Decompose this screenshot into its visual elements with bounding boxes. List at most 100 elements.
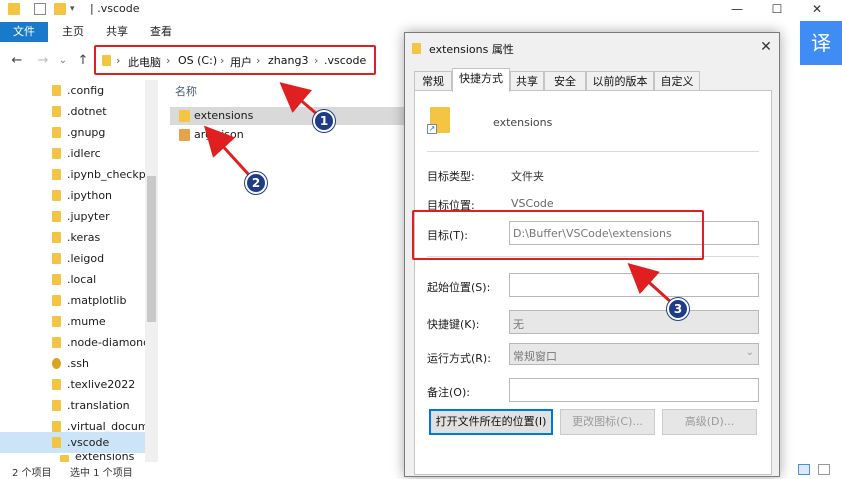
nav-item[interactable]: .gnupg [0, 122, 145, 143]
folder-icon [52, 421, 61, 432]
tab-general[interactable]: 常规 [414, 71, 452, 91]
breadcrumb-separator: › [256, 54, 261, 67]
tab-share[interactable]: 共享 [100, 22, 134, 42]
start-in-field[interactable] [509, 273, 759, 297]
nav-item[interactable]: .keras [0, 227, 145, 248]
nav-item-selected[interactable]: .vscode [0, 432, 145, 453]
minimize-button[interactable]: — [718, 0, 756, 20]
folder-icon [52, 232, 61, 243]
address-bar[interactable]: › 此电脑 › OS (C:) › 用户 › zhang3 › .vscode [94, 45, 376, 75]
shortcut-key-label: 快捷键(K): [427, 318, 480, 331]
folder-icon [102, 55, 111, 66]
shortcut-key-field[interactable]: 无 [509, 310, 759, 334]
nav-item[interactable]: .mume [0, 311, 145, 332]
nav-item[interactable]: .ssh [0, 353, 145, 374]
nav-item[interactable]: .ipython [0, 185, 145, 206]
target-type-value: 文件夹 [511, 170, 544, 183]
large-icons-view-icon[interactable] [818, 464, 830, 475]
breadcrumb-folder[interactable]: .vscode [324, 54, 366, 67]
back-button[interactable]: ← [8, 52, 26, 70]
breadcrumb-drive[interactable]: OS (C:) [178, 54, 217, 67]
json-file-icon [179, 129, 190, 141]
nav-item[interactable]: extensions [0, 453, 145, 462]
tab-security[interactable]: 安全 [544, 71, 586, 91]
breadcrumb-separator: › [116, 54, 121, 67]
translate-button[interactable]: 译 [800, 21, 842, 65]
locked-folder-icon [52, 358, 61, 369]
folder-icon [60, 455, 69, 462]
breadcrumb-users[interactable]: 用户 [230, 54, 252, 70]
close-button[interactable]: ✕ [798, 0, 836, 20]
folder-icon [52, 85, 61, 96]
folder-icon [52, 274, 61, 285]
nav-item[interactable]: .node-diamond [0, 332, 145, 353]
chevron-down-icon: ⌄ [745, 347, 754, 358]
folder-icon [52, 190, 61, 201]
file-row[interactable]: argv.json [170, 126, 410, 144]
change-icon-button[interactable]: 更改图标(C)... [560, 409, 655, 435]
divider [427, 151, 759, 152]
breadcrumb-user[interactable]: zhang3 [268, 54, 308, 67]
folder-icon [52, 337, 61, 348]
run-select[interactable]: 常规窗口 ⌄ [509, 343, 759, 365]
folder-icon [52, 148, 61, 159]
quick-access-dropdown-icon[interactable]: ▾ [70, 3, 82, 15]
forward-button[interactable]: → [34, 52, 52, 70]
properties-icon[interactable] [34, 3, 46, 15]
folder-icon [52, 295, 61, 306]
file-list: 名称 extensions argv.json [162, 80, 410, 462]
folder-icon [8, 3, 20, 15]
nav-item[interactable]: .ipynb_checkpoints [0, 164, 145, 185]
tab-home[interactable]: 主页 [56, 22, 90, 42]
start-in-label: 起始位置(S): [427, 281, 491, 294]
annotation-badge-3: 3 [667, 298, 689, 320]
folder-icon [52, 253, 61, 264]
nav-item[interactable]: .matplotlib [0, 290, 145, 311]
breadcrumb-this-pc[interactable]: 此电脑 [128, 54, 161, 70]
details-view-icon[interactable] [798, 464, 810, 475]
nav-item[interactable]: .dotnet [0, 101, 145, 122]
dialog-close-button[interactable]: ✕ [755, 37, 777, 57]
annotation-badge-2: 2 [245, 172, 267, 194]
recent-locations-icon[interactable]: ⌄ [54, 52, 72, 70]
nav-item[interactable]: .local [0, 269, 145, 290]
folder-icon [52, 437, 61, 448]
dialog-title: extensions 属性 [429, 43, 514, 56]
nav-item[interactable]: .jupyter [0, 206, 145, 227]
column-header-name[interactable]: 名称 [175, 83, 197, 99]
comment-field[interactable] [509, 378, 759, 402]
file-row-selected[interactable]: extensions [170, 107, 410, 125]
tab-customize[interactable]: 自定义 [654, 71, 700, 91]
new-folder-icon[interactable] [54, 3, 66, 15]
tab-shortcut[interactable]: 快捷方式 [452, 68, 510, 92]
run-label: 运行方式(R): [427, 352, 491, 365]
target-type-label: 目标类型: [427, 170, 475, 183]
tab-previous-versions[interactable]: 以前的版本 [586, 71, 654, 91]
folder-icon [52, 127, 61, 138]
tab-view[interactable]: 查看 [144, 22, 178, 42]
comment-label: 备注(O): [427, 386, 470, 399]
window-title: | .vscode [90, 2, 140, 15]
tab-file[interactable]: 文件 [0, 22, 48, 42]
tab-sharing[interactable]: 共享 [510, 71, 544, 91]
nav-item[interactable]: .idlerc [0, 143, 145, 164]
folder-icon [52, 169, 61, 180]
maximize-button[interactable]: ☐ [758, 0, 796, 20]
target-field-highlight [412, 210, 704, 260]
nav-item[interactable]: .config [0, 80, 145, 101]
open-file-location-button[interactable]: 打开文件所在的位置(I) [429, 409, 553, 435]
nav-item[interactable]: .leigod [0, 248, 145, 269]
shortcut-arrow-icon: ↗ [427, 124, 437, 134]
advanced-button[interactable]: 高级(D)... [662, 409, 757, 435]
breadcrumb-separator: › [166, 54, 171, 67]
up-button[interactable]: ↑ [74, 52, 92, 70]
nav-item[interactable]: .translation [0, 395, 145, 416]
nav-scrollbar-thumb[interactable] [147, 176, 156, 322]
target-location-value: VSCode [511, 197, 554, 210]
folder-icon [52, 106, 61, 117]
nav-item[interactable]: .texlive2022 [0, 374, 145, 395]
folder-icon [412, 43, 421, 54]
breadcrumb-separator: › [220, 54, 225, 67]
shortcut-name: extensions [493, 116, 553, 129]
shortcut-folder-icon [179, 110, 190, 122]
